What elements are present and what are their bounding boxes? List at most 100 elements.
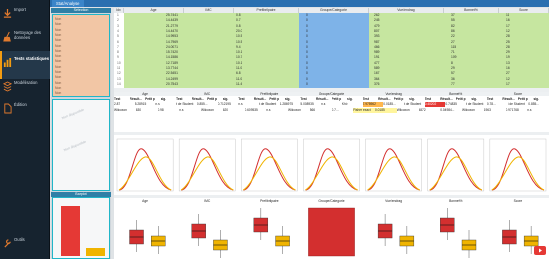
table-cell[interactable]: 6.8 [234,71,241,76]
table-cell[interactable]: 14.7969 [164,40,178,45]
table-cell[interactable]: 11.4 [234,82,242,87]
table-cell[interactable]: 0.8 [234,24,241,29]
selection-item[interactable]: Non [55,22,105,26]
table-cell[interactable]: 71 [449,50,455,55]
table-cell[interactable]: 22.5451 [164,71,178,76]
table-cell[interactable]: 9.4 [234,45,241,50]
table-cell[interactable]: 12 [115,71,121,76]
table-cell[interactable]: 987 [372,40,380,45]
table-cell[interactable]: 0 [304,18,308,23]
table-cell[interactable]: 0 [304,77,308,82]
table-cell[interactable]: 12.7189 [164,61,178,66]
table-cell[interactable]: 27 [504,71,510,76]
selection-list[interactable]: Non Non Non Non Non Non Non Non Non Non Non Non Non N… [52,14,110,97]
table-cell[interactable]: 28 [504,45,510,50]
table-cell[interactable]: 364 [372,77,380,82]
selection-item[interactable]: Non [55,38,105,42]
table-cell[interactable]: 11 [504,13,509,18]
selection-item[interactable]: Non [55,44,105,48]
table-cell[interactable]: 479 [372,24,380,29]
table-cell[interactable]: 12 [504,77,510,82]
table-cell[interactable]: 2 [115,18,119,23]
selection-item[interactable]: Non [55,91,105,95]
table-cell[interactable]: 29 [449,66,455,71]
table-cell[interactable]: 245 [372,18,380,23]
table-cell[interactable]: 14 [115,82,121,87]
table-cell[interactable]: 0 [304,34,308,39]
table-cell[interactable]: 191 [372,55,380,60]
table-cell[interactable]: 167 [372,71,380,76]
table-cell[interactable]: 376 [372,82,380,87]
table-cell[interactable]: 0.7 [234,18,241,23]
table-cell[interactable]: 17 [504,82,510,87]
sidebar-item-tools[interactable]: Outils [0,232,50,259]
selection-item[interactable]: Non [55,81,105,85]
table-cell[interactable]: 20.0 [234,29,242,34]
table-cell[interactable]: 28 [504,34,510,39]
sidebar-item-edition[interactable]: Édition [0,97,50,125]
table-cell[interactable]: 6 [115,40,119,45]
table-cell[interactable]: 10.7 [234,55,242,60]
table-cell[interactable]: 22 [449,34,455,39]
table-cell[interactable]: 11.0 [234,66,242,71]
selection-item[interactable]: Non [55,28,105,32]
table-cell[interactable]: 0 [304,40,308,45]
table-cell[interactable]: 115 [449,45,456,50]
table-cell[interactable]: 0 [304,61,308,66]
table-cell[interactable]: 10 [115,61,121,66]
table-cell[interactable]: 20.7543 [164,82,178,87]
table-cell[interactable]: 10.5 [234,40,242,45]
table-cell[interactable]: 0 [304,45,308,50]
table-cell[interactable]: 0 [304,50,308,55]
selection-item[interactable]: Non [55,70,105,74]
table-cell[interactable]: 15.7420 [164,50,178,55]
table-cell[interactable]: 5 [115,34,119,39]
selection-item[interactable]: Non [55,17,105,21]
table-cell[interactable]: 13 [504,61,510,66]
table-cell[interactable]: 14.4439 [164,18,178,23]
selection-item[interactable]: Non [55,75,105,79]
table-cell[interactable]: 25.7441 [164,13,178,18]
table-cell[interactable]: 0 [304,55,308,60]
table-cell[interactable]: 57 [449,71,455,76]
table-cell[interactable]: 37 [449,13,455,18]
table-cell[interactable]: 21.2779 [164,24,178,29]
table-cell[interactable]: 27 [449,40,455,45]
table-cell[interactable]: 14.2499 [164,77,178,82]
table-cell[interactable]: 466 [372,45,380,50]
table-cell[interactable]: 16 [504,66,510,71]
table-cell[interactable]: 36 [449,77,455,82]
table-cell[interactable]: 13.7744 [164,66,178,71]
table-cell[interactable]: 16 [504,18,510,23]
table-cell[interactable]: 29 [504,50,510,55]
table-cell[interactable]: 10.1 [234,50,242,55]
table-cell[interactable]: 477 [372,61,380,66]
table-cell[interactable]: 0 [304,66,308,71]
table-cell[interactable]: 0 [304,24,308,29]
selection-item[interactable]: Non [55,59,105,63]
table-cell[interactable]: 19 [504,55,510,60]
table-cell[interactable]: 8 [449,61,453,66]
selection-item[interactable]: Non [55,65,105,69]
table-cell[interactable]: 0.8 [234,13,241,18]
table-cell[interactable]: 82 [449,24,455,29]
selection-item[interactable]: Non [55,49,105,53]
selection-item[interactable]: Non [55,33,105,37]
table-cell[interactable]: 11.0 [234,77,242,82]
table-cell[interactable]: 393 [372,34,380,39]
table-cell[interactable]: 109 [449,55,457,60]
data-table[interactable]: Idx Age IMC Prefibrilpaire Groupe/Categorie V… [114,8,549,88]
table-cell[interactable]: 262 [372,13,380,18]
table-cell[interactable]: 11 [115,66,120,71]
video-icon[interactable] [534,246,546,255]
table-cell[interactable]: 14.1586 [164,55,178,60]
table-cell[interactable]: 10.5 [234,34,242,39]
table-cell[interactable]: 1 [115,13,119,18]
table-cell[interactable]: 807 [372,29,380,34]
table-cell[interactable]: 3 [115,24,119,29]
table-cell[interactable]: 55 [449,18,455,23]
table-cell[interactable]: 13 [115,77,121,82]
table-cell[interactable]: 12 [504,29,510,34]
table-cell[interactable]: 4 [115,29,119,34]
table-cell[interactable]: 14.4470 [164,29,178,34]
